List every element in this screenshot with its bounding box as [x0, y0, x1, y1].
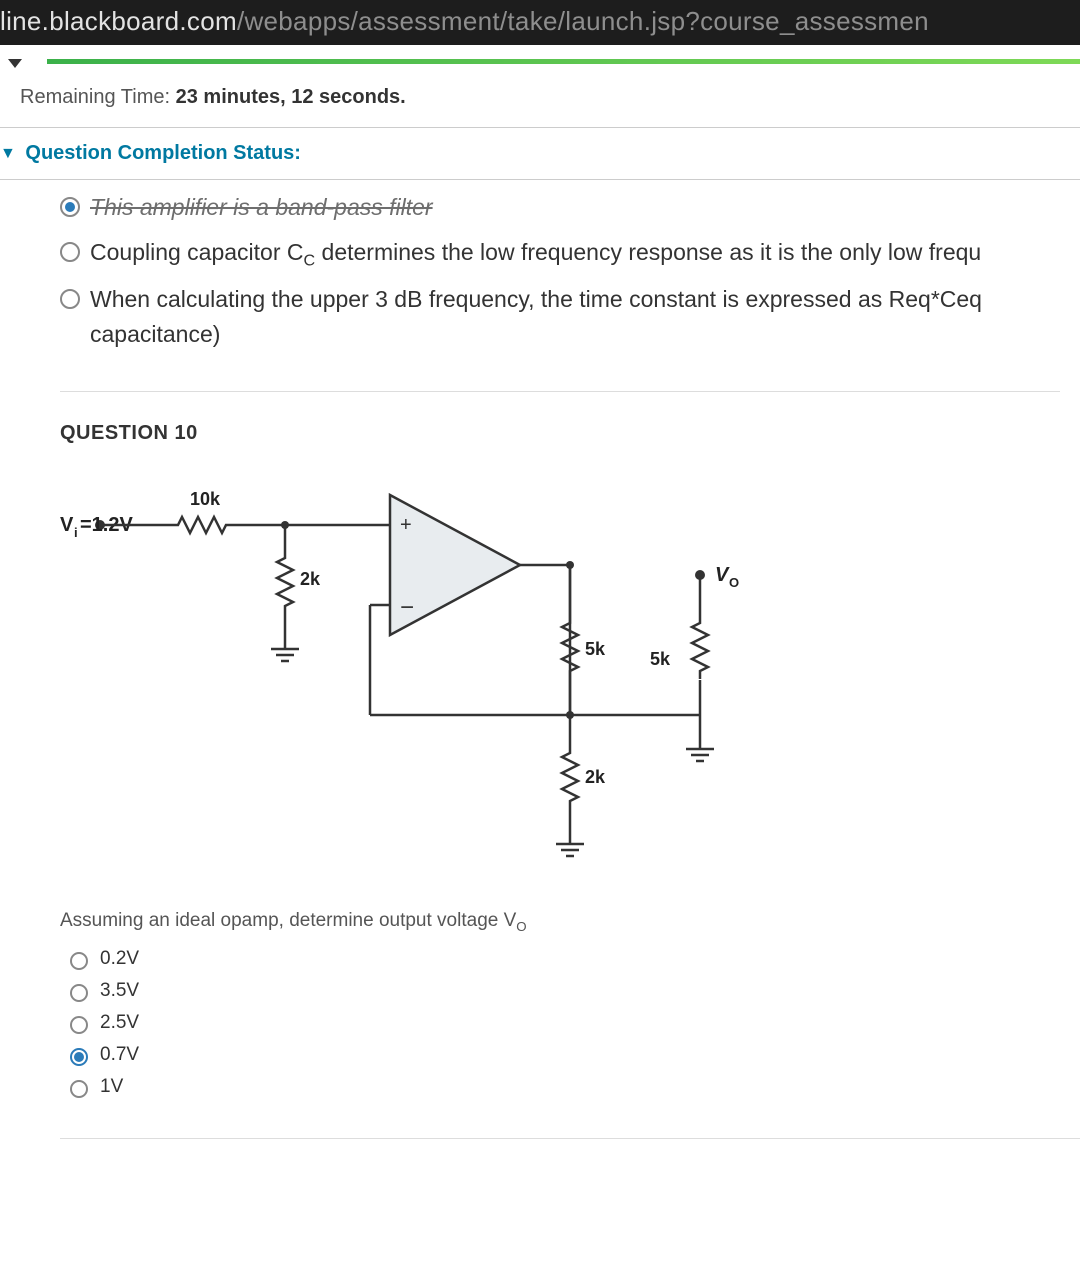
radio-icon[interactable] — [70, 1080, 88, 1098]
radio-icon[interactable] — [60, 242, 80, 262]
svg-text:V: V — [715, 564, 730, 586]
option-text: Coupling capacitor CC determines the low… — [90, 235, 981, 273]
divider — [60, 1138, 1080, 1139]
browser-url-bar[interactable]: line.blackboard.com/webapps/assessment/t… — [0, 0, 1080, 45]
svg-text:V: V — [60, 514, 74, 536]
answer-label: 3.5V — [100, 980, 139, 1002]
prev-option-2[interactable]: Coupling capacitor CC determines the low… — [60, 235, 1080, 273]
radio-icon[interactable] — [70, 1016, 88, 1034]
progress-bar — [47, 59, 1080, 64]
answer-label: 2.5V — [100, 1012, 139, 1034]
completion-status-label: Question Completion Status: — [25, 142, 301, 164]
svg-text:2k: 2k — [300, 569, 321, 589]
url-host: line.blackboard.com — [0, 6, 237, 36]
dropdown-caret-icon[interactable] — [8, 59, 22, 68]
answer-option-1[interactable]: 0.2V — [70, 948, 1080, 970]
answer-option-2[interactable]: 3.5V — [70, 980, 1080, 1002]
question-prompt: Assuming an ideal opamp, determine outpu… — [60, 910, 1080, 934]
radio-icon[interactable] — [70, 1048, 88, 1066]
answer-option-4[interactable]: 0.7V — [70, 1044, 1080, 1066]
radio-icon[interactable] — [60, 289, 80, 309]
svg-text:5k: 5k — [650, 649, 671, 669]
svg-text:2k: 2k — [585, 767, 606, 787]
svg-text:5k: 5k — [585, 639, 606, 659]
svg-text:10k: 10k — [190, 489, 221, 509]
svg-text:−: − — [400, 594, 414, 621]
answer-list: 0.2V 3.5V 2.5V 0.7V 1V — [70, 948, 1080, 1098]
timer-label: Remaining Time: — [20, 86, 170, 108]
answer-label: 1V — [100, 1076, 123, 1098]
question-header: QUESTION 10 — [60, 422, 1080, 445]
answer-label: 0.2V — [100, 948, 139, 970]
answer-label: 0.7V — [100, 1044, 139, 1066]
prev-option-3[interactable]: When calculating the upper 3 dB frequenc… — [60, 282, 1080, 351]
url-path: /webapps/assessment/take/launch.jsp?cour… — [237, 6, 929, 36]
prev-option-1[interactable]: This amplifier is a band-pass filter — [60, 190, 1080, 225]
option-text: When calculating the upper 3 dB frequenc… — [90, 282, 1080, 351]
circuit-diagram: V i =1.2V 10k 2k + − — [60, 465, 1080, 880]
svg-text:+: + — [400, 514, 412, 536]
svg-text:O: O — [729, 575, 739, 590]
divider — [60, 391, 1060, 392]
radio-icon[interactable] — [70, 984, 88, 1002]
answer-option-3[interactable]: 2.5V — [70, 1012, 1080, 1034]
svg-text:i: i — [74, 525, 78, 540]
chevron-down-icon: ▼ — [0, 145, 16, 163]
option-text: This amplifier is a band-pass filter — [90, 190, 433, 225]
completion-status-toggle[interactable]: ▼ Question Completion Status: — [0, 128, 1080, 180]
radio-icon[interactable] — [70, 952, 88, 970]
timer-value: 23 minutes, 12 seconds. — [176, 86, 406, 108]
answer-option-5[interactable]: 1V — [70, 1076, 1080, 1098]
timer-row: Remaining Time: 23 minutes, 12 seconds. — [0, 68, 1080, 128]
radio-icon[interactable] — [60, 197, 80, 217]
